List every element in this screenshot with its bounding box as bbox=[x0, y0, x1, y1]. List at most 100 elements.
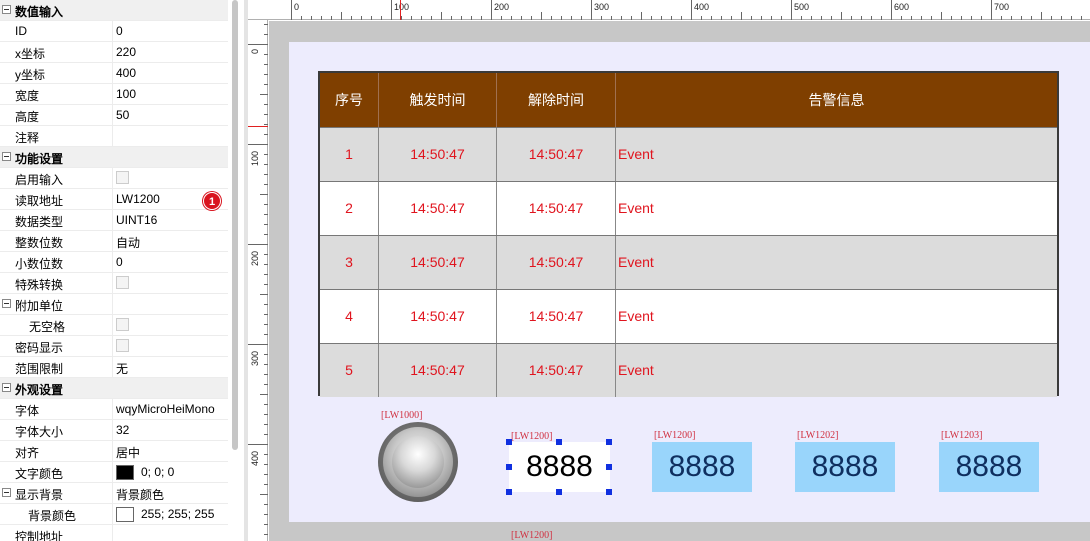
resize-handle-sw[interactable] bbox=[506, 489, 512, 495]
special-conversion-checkbox[interactable] bbox=[116, 276, 129, 289]
resize-handle-s[interactable] bbox=[556, 489, 562, 495]
prop-background-color[interactable]: 背景颜色 255; 255; 255 bbox=[0, 504, 228, 525]
prop-label: 密码显示 bbox=[15, 341, 64, 355]
prop-x[interactable]: x坐标 220 bbox=[0, 42, 228, 63]
prop-value[interactable]: LW1200 bbox=[116, 192, 160, 206]
prop-align[interactable]: 对齐 居中 bbox=[0, 441, 228, 462]
prop-label: 注释 bbox=[15, 131, 40, 145]
prop-value[interactable]: 50 bbox=[116, 108, 129, 122]
header-alarm-info: 告警信息 bbox=[808, 92, 865, 108]
ruler-tick bbox=[531, 16, 532, 20]
resize-handle-se[interactable] bbox=[606, 489, 612, 495]
prop-value[interactable]: 32 bbox=[116, 423, 129, 437]
prop-y[interactable]: y坐标 400 bbox=[0, 63, 228, 84]
resize-handle-n[interactable] bbox=[556, 439, 562, 445]
ruler-tick bbox=[264, 84, 268, 85]
prop-value[interactable]: 无 bbox=[116, 360, 128, 377]
prop-integer-digits[interactable]: 整数位数 自动 bbox=[0, 231, 228, 252]
ruler-tick bbox=[931, 16, 932, 20]
property-panel: 数值输入 ID 0 x坐标 220 y坐标 400 宽度 100 高度 50 注… bbox=[0, 0, 228, 541]
prop-value: 0; 0; 0 bbox=[141, 465, 175, 479]
cell-alarm-info: Event bbox=[618, 200, 654, 216]
section-function-settings[interactable]: 功能设置 bbox=[0, 147, 228, 168]
collapse-icon[interactable] bbox=[2, 383, 11, 392]
ruler-tick bbox=[451, 16, 452, 20]
ruler-tick bbox=[264, 474, 268, 475]
resize-handle-e[interactable] bbox=[606, 464, 612, 470]
ruler-tick bbox=[331, 16, 332, 20]
resize-handle-ne[interactable] bbox=[606, 439, 612, 445]
prop-value[interactable]: 220 bbox=[116, 45, 136, 59]
prop-value[interactable]: 自动 bbox=[116, 234, 140, 251]
prop-value[interactable]: 背景颜色 bbox=[116, 486, 164, 503]
collapse-icon[interactable] bbox=[2, 299, 11, 308]
ruler-tick bbox=[711, 16, 712, 20]
ruler-tick bbox=[761, 16, 762, 20]
background-color-swatch[interactable] bbox=[116, 507, 134, 522]
enable-input-checkbox[interactable] bbox=[116, 171, 129, 184]
table-row[interactable]: 1 14:50:47 14:50:47 Event bbox=[320, 127, 1057, 181]
table-row[interactable]: 3 14:50:47 14:50:47 Event bbox=[320, 235, 1057, 289]
prop-value[interactable]: wqyMicroHeiMono bbox=[116, 402, 215, 416]
numeric-display-3[interactable]: 8888 bbox=[939, 442, 1039, 492]
ruler-tick bbox=[541, 12, 542, 20]
resize-handle-nw[interactable] bbox=[506, 439, 512, 445]
numeric-input-selected[interactable]: 8888 bbox=[509, 442, 610, 492]
ruler-tick bbox=[851, 16, 852, 20]
section-appearance-settings[interactable]: 外观设置 bbox=[0, 378, 228, 399]
password-display-checkbox[interactable] bbox=[116, 339, 129, 352]
prop-read-address[interactable]: 读取地址 LW1200 bbox=[0, 189, 228, 210]
collapse-icon[interactable] bbox=[2, 152, 11, 161]
prop-password-display[interactable]: 密码显示 bbox=[0, 336, 228, 357]
no-space-checkbox[interactable] bbox=[116, 318, 129, 331]
prop-value[interactable]: 100 bbox=[116, 87, 136, 101]
alarm-table[interactable]: 序号 触发时间 解除时间 告警信息 1 14:50:47 14:50:47 Ev… bbox=[318, 71, 1059, 397]
prop-control-address[interactable]: 控制地址 bbox=[0, 525, 228, 541]
ruler-tick bbox=[881, 16, 882, 20]
ruler-tick bbox=[471, 16, 472, 20]
panel-scrollbar[interactable] bbox=[232, 0, 238, 450]
ruler-tick bbox=[264, 154, 268, 155]
ruler-tick bbox=[901, 16, 902, 20]
table-row[interactable]: 2 14:50:47 14:50:47 Event bbox=[320, 181, 1057, 235]
resize-handle-w[interactable] bbox=[506, 464, 512, 470]
prop-font[interactable]: 字体 wqyMicroHeiMono bbox=[0, 399, 228, 420]
numeric-display-2[interactable]: 8888 bbox=[795, 442, 895, 492]
prop-height[interactable]: 高度 50 bbox=[0, 105, 228, 126]
prop-value[interactable]: 0 bbox=[116, 24, 123, 38]
section-value-input[interactable]: 数值输入 bbox=[0, 0, 228, 21]
ruler-tick bbox=[264, 324, 268, 325]
ruler-tick bbox=[264, 104, 268, 105]
prop-extra-unit[interactable]: 附加单位 bbox=[0, 294, 228, 315]
prop-decimal-digits[interactable]: 小数位数 0 bbox=[0, 252, 228, 273]
prop-value[interactable]: UINT16 bbox=[116, 213, 157, 227]
prop-label: y坐标 bbox=[15, 68, 46, 82]
prop-enable-input[interactable]: 启用输入 bbox=[0, 168, 228, 189]
prop-no-space[interactable]: 无空格 bbox=[0, 315, 228, 336]
prop-data-type[interactable]: 数据类型 UINT16 bbox=[0, 210, 228, 231]
table-row[interactable]: 4 14:50:47 14:50:47 Event bbox=[320, 289, 1057, 343]
ruler-tick bbox=[681, 16, 682, 20]
collapse-icon[interactable] bbox=[2, 5, 11, 14]
prop-range-limit[interactable]: 范围限制 无 bbox=[0, 357, 228, 378]
ruler-tick bbox=[248, 344, 268, 345]
table-row[interactable]: 5 14:50:47 14:50:47 Event bbox=[320, 343, 1057, 397]
prop-text-color[interactable]: 文字颜色 0; 0; 0 bbox=[0, 462, 228, 483]
ruler-tick bbox=[264, 134, 268, 135]
prop-special-conversion[interactable]: 特殊转换 bbox=[0, 273, 228, 294]
prop-comment[interactable]: 注释 bbox=[0, 126, 228, 147]
prop-font-size[interactable]: 字体大小 32 bbox=[0, 420, 228, 441]
ruler-tick bbox=[260, 394, 268, 395]
ruler-tick bbox=[491, 0, 492, 20]
prop-width[interactable]: 宽度 100 bbox=[0, 84, 228, 105]
cell-index: 1 bbox=[320, 128, 379, 181]
ruler-tick bbox=[264, 264, 268, 265]
prop-id[interactable]: ID 0 bbox=[0, 21, 228, 42]
text-color-swatch[interactable] bbox=[116, 465, 134, 480]
prop-value[interactable]: 居中 bbox=[116, 444, 140, 461]
numeric-display-1[interactable]: 8888 bbox=[652, 442, 752, 492]
prop-value[interactable]: 0 bbox=[116, 255, 123, 269]
prop-value[interactable]: 400 bbox=[116, 66, 136, 80]
collapse-icon[interactable] bbox=[2, 488, 11, 497]
prop-show-background[interactable]: 显示背景 背景颜色 bbox=[0, 483, 228, 504]
